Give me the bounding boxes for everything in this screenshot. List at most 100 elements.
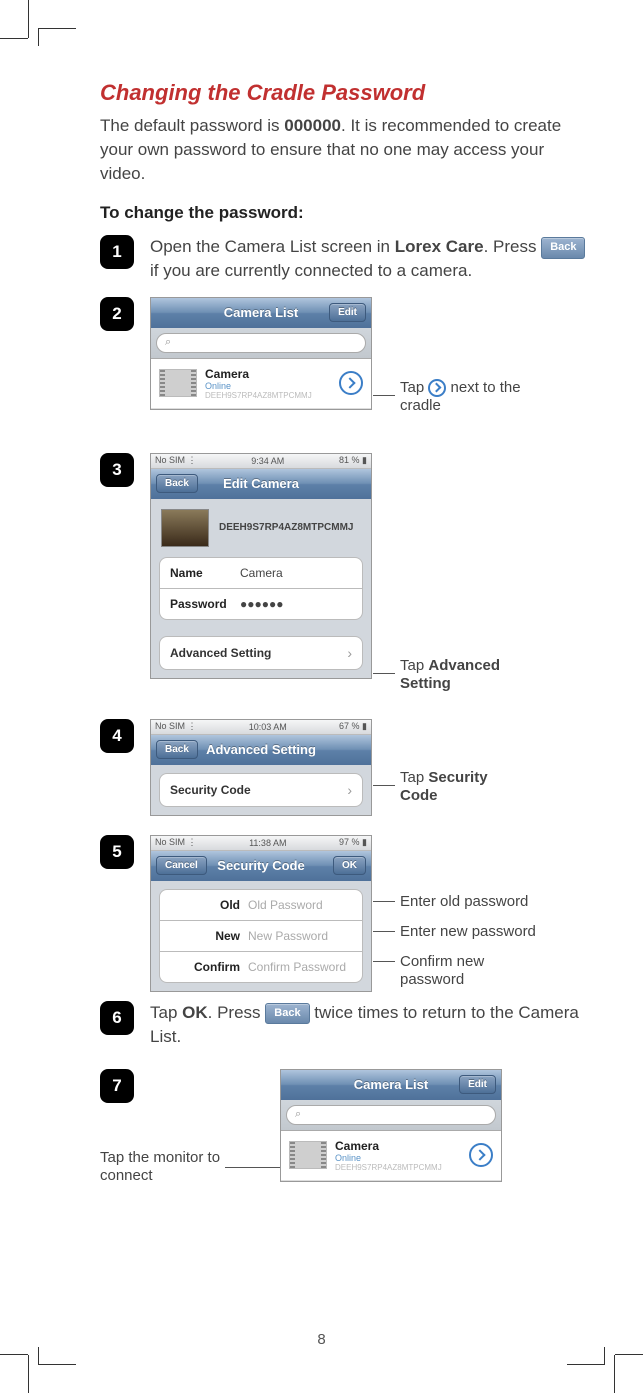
annotation: Tap AdvancedSetting bbox=[400, 657, 560, 693]
confirm-placeholder: Confirm Password bbox=[248, 960, 346, 974]
text: . Press bbox=[484, 237, 542, 256]
crop-mark bbox=[38, 28, 76, 29]
detail-arrow-icon[interactable] bbox=[469, 1143, 493, 1167]
step-3: 3 No SIM ⋮ 9:34 AM 81 % ▮ Back Edit Came… bbox=[100, 453, 593, 703]
step-number: 5 bbox=[100, 835, 134, 869]
navbar-title: Camera List bbox=[354, 1077, 428, 1092]
camera-thumbnail bbox=[161, 509, 209, 547]
edit-button[interactable]: Edit bbox=[459, 1075, 496, 1094]
camera-status: Online bbox=[205, 381, 339, 391]
step-instruction: Tap OK. Press Back twice times to return… bbox=[150, 1001, 593, 1049]
back-button-icon: Back bbox=[541, 237, 585, 258]
search-bar: ⌕ bbox=[151, 328, 371, 359]
back-button[interactable]: Back bbox=[156, 474, 198, 493]
advanced-setting-row[interactable]: Advanced Setting › bbox=[159, 636, 363, 670]
page-title: Changing the Cradle Password bbox=[100, 80, 593, 106]
password-value: ●●●●●● bbox=[240, 597, 284, 611]
camera-list-item[interactable]: Camera Online DEEH9S7RP4AZ8MTPCMMJ bbox=[151, 359, 371, 409]
navbar-title: Advanced Setting bbox=[206, 742, 316, 757]
step-1: 1 Open the Camera List screen in Lorex C… bbox=[100, 235, 593, 283]
annotation: Tap the monitor to connect bbox=[100, 1149, 230, 1185]
edit-button[interactable]: Edit bbox=[329, 303, 366, 322]
advanced-setting-label: Advanced Setting bbox=[170, 646, 271, 660]
text: Open the Camera List screen in bbox=[150, 237, 395, 256]
crop-mark bbox=[0, 38, 28, 39]
ok-label: OK bbox=[182, 1003, 208, 1022]
default-password: 000000 bbox=[284, 116, 341, 135]
text-bold: Setting bbox=[400, 675, 451, 692]
crop-mark bbox=[615, 1354, 643, 1355]
step-6: 6 Tap OK. Press Back twice times to retu… bbox=[100, 1001, 593, 1049]
back-button-icon: Back bbox=[265, 1003, 309, 1024]
annotation-confirm: Confirm new password bbox=[400, 953, 540, 989]
status-carrier: No SIM ⋮ bbox=[155, 837, 197, 848]
camera-id: DEEH9S7RP4AZ8MTPCMMJ bbox=[205, 391, 339, 400]
navbar: Back Advanced Setting bbox=[151, 735, 371, 765]
intro-pre: The default password is bbox=[100, 116, 284, 135]
camera-name: Camera bbox=[205, 367, 339, 381]
search-input[interactable]: ⌕ bbox=[156, 333, 366, 353]
detail-arrow-icon[interactable] bbox=[339, 371, 363, 395]
step-4: 4 No SIM ⋮ 10:03 AM 67 % ▮ Back Advanced… bbox=[100, 719, 593, 819]
cancel-button[interactable]: Cancel bbox=[156, 856, 207, 875]
crop-mark bbox=[28, 0, 29, 38]
status-bar: No SIM ⋮ 9:34 AM 81 % ▮ bbox=[151, 454, 371, 469]
camera-id: DEEH9S7RP4AZ8MTPCMMJ bbox=[335, 1163, 469, 1172]
status-battery: 67 % ▮ bbox=[339, 721, 367, 732]
camera-thumbnail-row: DEEH9S7RP4AZ8MTPCMMJ bbox=[151, 499, 371, 557]
step-number: 1 bbox=[100, 235, 134, 269]
wifi-icon: ⋮ bbox=[188, 455, 197, 465]
confirm-label: Confirm bbox=[170, 960, 248, 974]
annotation-line bbox=[373, 901, 395, 902]
status-time: 11:38 AM bbox=[249, 838, 286, 848]
navbar: Camera List Edit bbox=[151, 298, 371, 328]
navbar-title: Camera List bbox=[224, 305, 298, 320]
crop-mark bbox=[604, 1347, 605, 1365]
camera-list-item[interactable]: Camera Online DEEH9S7RP4AZ8MTPCMMJ bbox=[281, 1131, 501, 1181]
text: if you are currently connected to a came… bbox=[150, 261, 472, 280]
old-placeholder: Old Password bbox=[248, 898, 323, 912]
crop-mark bbox=[38, 1364, 76, 1365]
new-password-row[interactable]: New New Password bbox=[159, 921, 363, 952]
old-password-row[interactable]: Old Old Password bbox=[159, 889, 363, 921]
step-7: 7 Camera List Edit ⌕ Camera Online DEEH9… bbox=[100, 1069, 593, 1229]
status-battery: 97 % ▮ bbox=[339, 837, 367, 848]
status-carrier: No SIM ⋮ bbox=[155, 721, 197, 732]
text: . Press bbox=[208, 1003, 266, 1022]
annotation-line bbox=[373, 785, 395, 786]
confirm-password-row[interactable]: Confirm Confirm Password bbox=[159, 952, 363, 983]
film-icon bbox=[289, 1141, 327, 1169]
new-label: New bbox=[170, 929, 248, 943]
device-id: DEEH9S7RP4AZ8MTPCMMJ bbox=[219, 522, 353, 533]
name-value: Camera bbox=[240, 566, 283, 580]
text-bold: Security bbox=[428, 769, 487, 786]
text-bold: Advanced bbox=[428, 657, 500, 674]
ok-button[interactable]: OK bbox=[333, 856, 366, 875]
camera-status: Online bbox=[335, 1153, 469, 1163]
camera-name: Camera bbox=[335, 1139, 469, 1153]
search-icon: ⌕ bbox=[295, 1108, 301, 1121]
annotation-line bbox=[373, 931, 395, 932]
wifi-icon: ⋮ bbox=[188, 721, 197, 731]
annotation-line bbox=[373, 395, 395, 396]
text: Tap bbox=[400, 657, 428, 674]
navbar-title: Security Code bbox=[217, 858, 304, 873]
subheading: To change the password: bbox=[100, 203, 593, 223]
film-icon bbox=[159, 369, 197, 397]
back-button[interactable]: Back bbox=[156, 740, 198, 759]
step-number: 4 bbox=[100, 719, 134, 753]
status-bar: No SIM ⋮ 11:38 AM 97 % ▮ bbox=[151, 836, 371, 851]
navbar-title: Edit Camera bbox=[223, 476, 299, 491]
search-icon: ⌕ bbox=[165, 336, 171, 349]
text: Tap bbox=[400, 379, 428, 396]
security-code-row[interactable]: Security Code › bbox=[159, 773, 363, 807]
page-number: 8 bbox=[317, 1331, 325, 1348]
text: Tap bbox=[400, 769, 428, 786]
name-field-row[interactable]: Name Camera bbox=[159, 557, 363, 589]
step-instruction: Open the Camera List screen in Lorex Car… bbox=[150, 235, 593, 283]
navbar: Back Edit Camera bbox=[151, 469, 371, 499]
step-2: 2 Camera List Edit ⌕ Camera Online DEEH9… bbox=[100, 297, 593, 437]
search-input[interactable]: ⌕ bbox=[286, 1105, 496, 1125]
name-label: Name bbox=[170, 566, 240, 580]
password-field-row[interactable]: Password ●●●●●● bbox=[159, 589, 363, 620]
